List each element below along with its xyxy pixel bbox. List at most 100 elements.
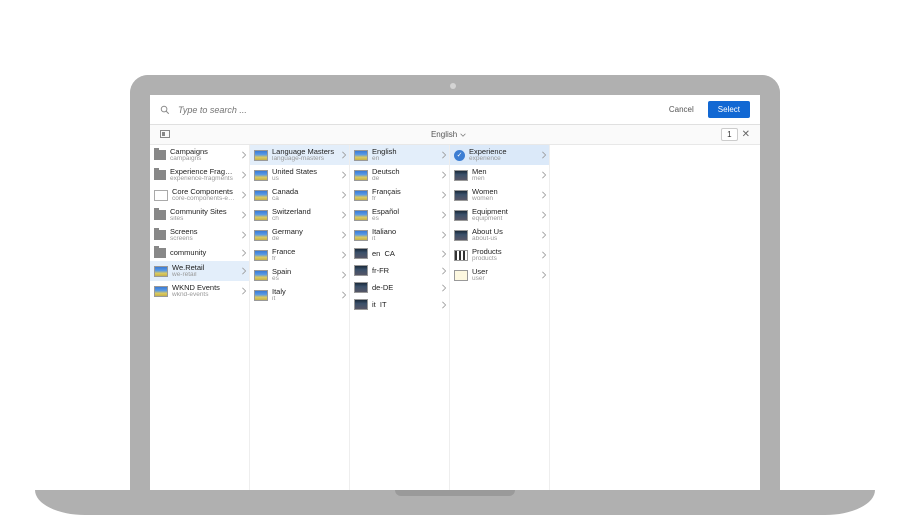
item-subtitle: campaigns xyxy=(170,156,237,163)
labels: Experienceexperience xyxy=(469,148,537,162)
labels: Core Componentscore-components-exa... xyxy=(172,188,237,202)
labels: Canadaca xyxy=(272,188,337,202)
labels: it_IT xyxy=(372,301,437,309)
item-subtitle: en xyxy=(372,156,437,163)
item-title: Language Masters xyxy=(272,148,337,156)
labels: Germanyde xyxy=(272,228,337,242)
list-item[interactable]: United Statesus xyxy=(250,165,349,185)
item-subtitle: about-us xyxy=(472,236,537,243)
list-item[interactable]: it_IT xyxy=(350,296,449,313)
selection-check-icon[interactable]: ✓ xyxy=(454,150,465,161)
list-item[interactable]: Francefr xyxy=(250,245,349,265)
list-item[interactable]: About Usabout-us xyxy=(450,225,549,245)
folder-icon xyxy=(154,150,166,160)
chevron-right-icon xyxy=(341,191,347,199)
item-subtitle: equipment xyxy=(472,216,537,223)
item-subtitle: screens xyxy=(170,236,237,243)
page-thumbnail xyxy=(254,210,268,221)
breadcrumb-label: English xyxy=(431,130,457,139)
list-item[interactable]: Germanyde xyxy=(250,225,349,245)
item-subtitle: we-retail xyxy=(172,272,237,279)
item-title: de-DE xyxy=(372,284,437,292)
item-title: fr-FR xyxy=(372,267,437,275)
item-subtitle: core-components-exa... xyxy=(172,196,237,203)
chevron-right-icon xyxy=(341,251,347,259)
labels: Language Masterslanguage-masters xyxy=(272,148,337,162)
page-thumbnail xyxy=(254,270,268,281)
chevron-right-icon xyxy=(341,151,347,159)
folder-icon xyxy=(154,230,166,240)
item-title: Core Components xyxy=(172,188,237,196)
item-title: Canada xyxy=(272,188,337,196)
labels: Menmen xyxy=(472,168,537,182)
labels: Experience Fragmentsexperience-fragments xyxy=(170,168,237,182)
item-title: About Us xyxy=(472,228,537,236)
item-title: Deutsch xyxy=(372,168,437,176)
chevron-right-icon xyxy=(541,151,547,159)
item-subtitle: women xyxy=(472,196,537,203)
item-title: Community Sites xyxy=(170,208,237,216)
page-thumbnail xyxy=(454,270,468,281)
chevron-right-icon xyxy=(541,231,547,239)
page-thumbnail xyxy=(354,248,368,259)
item-subtitle: es xyxy=(272,276,337,283)
labels: Spaines xyxy=(272,268,337,282)
item-title: User xyxy=(472,268,537,276)
content-only-icon[interactable] xyxy=(160,130,176,140)
laptop-base xyxy=(35,490,875,515)
list-item[interactable]: Deutschde xyxy=(350,165,449,185)
list-item[interactable]: Campaignscampaigns xyxy=(150,145,249,165)
list-item[interactable]: Englishen xyxy=(350,145,449,165)
item-subtitle: men xyxy=(472,176,537,183)
page-thumbnail xyxy=(454,210,468,221)
breadcrumb-dropdown[interactable]: English xyxy=(176,130,721,139)
list-item[interactable]: community xyxy=(150,245,249,261)
list-item[interactable]: Canadaca xyxy=(250,185,349,205)
chevron-right-icon xyxy=(241,171,247,179)
page-thumbnail xyxy=(154,266,168,277)
clear-selection-icon[interactable]: ✕ xyxy=(742,129,750,140)
chevron-right-icon xyxy=(241,191,247,199)
chevron-right-icon xyxy=(441,171,447,179)
cancel-button[interactable]: Cancel xyxy=(663,102,700,117)
list-item[interactable]: Españoles xyxy=(350,205,449,225)
labels: Deutschde xyxy=(372,168,437,182)
labels: We.Retailwe-retail xyxy=(172,264,237,278)
list-item[interactable]: Useruser xyxy=(450,265,549,285)
list-item[interactable]: Productsproducts xyxy=(450,245,549,265)
list-item[interactable]: de-DE xyxy=(350,279,449,296)
item-title: Español xyxy=(372,208,437,216)
list-item[interactable]: en_CA xyxy=(350,245,449,262)
list-item[interactable]: Experience Fragmentsexperience-fragments xyxy=(150,165,249,185)
chevron-right-icon xyxy=(241,249,247,257)
list-item[interactable]: Menmen xyxy=(450,165,549,185)
select-button[interactable]: Select xyxy=(708,101,750,118)
labels: Françaisfr xyxy=(372,188,437,202)
folder-icon xyxy=(154,170,166,180)
list-item[interactable]: Françaisfr xyxy=(350,185,449,205)
list-item[interactable]: Spaines xyxy=(250,265,349,285)
list-item[interactable]: ✓ Experienceexperience xyxy=(450,145,549,165)
labels: Campaignscampaigns xyxy=(170,148,237,162)
labels: WKND Eventswknd-events xyxy=(172,284,237,298)
list-item[interactable]: Language Masterslanguage-masters xyxy=(250,145,349,165)
chevron-right-icon xyxy=(241,287,247,295)
list-item[interactable]: Screensscreens xyxy=(150,225,249,245)
column-browser: Campaignscampaigns Experience Fragmentsex… xyxy=(150,145,760,490)
list-item[interactable]: We.Retailwe-retail xyxy=(150,261,249,281)
list-item[interactable]: Italianoit xyxy=(350,225,449,245)
item-title: Men xyxy=(472,168,537,176)
list-item[interactable]: Italyit xyxy=(250,285,349,305)
list-item[interactable]: fr-FR xyxy=(350,262,449,279)
column: Englishen Deutschde Françaisfr EspañolesIta… xyxy=(350,145,450,490)
search-input[interactable] xyxy=(178,105,655,115)
list-item[interactable]: Community Sitessites xyxy=(150,205,249,225)
list-item[interactable]: Equipmentequipment xyxy=(450,205,549,225)
list-item[interactable]: Core Componentscore-components-exa... xyxy=(150,185,249,205)
list-item[interactable]: Womenwomen xyxy=(450,185,549,205)
list-item[interactable]: Switzerlandch xyxy=(250,205,349,225)
laptop-camera-icon xyxy=(450,83,456,89)
list-item[interactable]: WKND Eventswknd-events xyxy=(150,281,249,301)
labels: Francefr xyxy=(272,248,337,262)
selection-count-badge: 1 xyxy=(721,128,737,141)
